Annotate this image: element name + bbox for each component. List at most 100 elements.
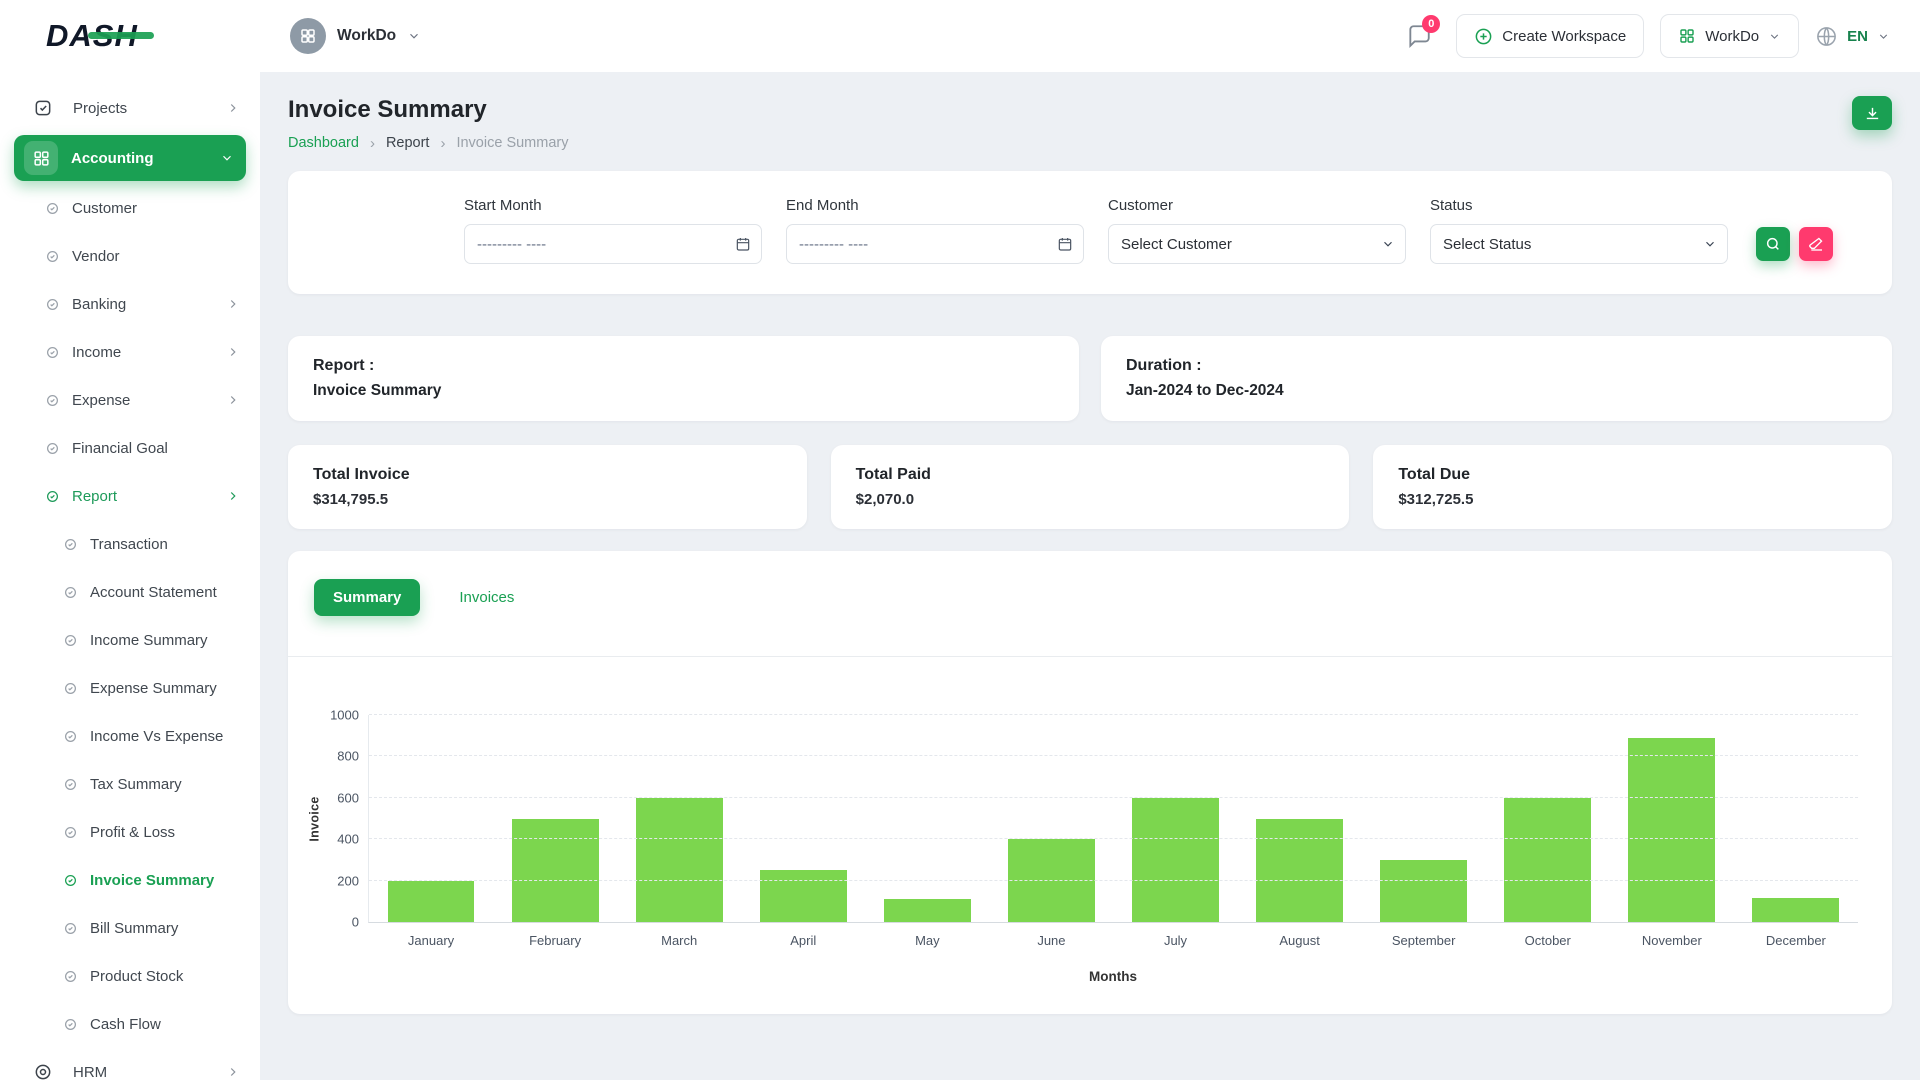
sidebar-item-label: Expense Summary bbox=[90, 680, 217, 697]
top-bar: WorkDo 0 Create Workspace WorkDo bbox=[260, 0, 1920, 72]
breadcrumb: Dashboard › Report › Invoice Summary bbox=[288, 135, 568, 151]
sidebar-item-financial-goal[interactable]: Financial Goal bbox=[0, 424, 260, 472]
customer-select[interactable]: Select Customer bbox=[1108, 224, 1406, 264]
sidebar-item-cash-flow[interactable]: Cash Flow bbox=[0, 1000, 260, 1048]
app-menu-button[interactable]: WorkDo bbox=[1660, 14, 1799, 58]
workspace-name: WorkDo bbox=[337, 27, 396, 45]
sidebar-item-label: Report bbox=[72, 488, 117, 505]
chevron-down-icon bbox=[407, 29, 421, 43]
sidebar-item-account-statement[interactable]: Account Statement bbox=[0, 568, 260, 616]
gridline bbox=[369, 714, 1858, 715]
status-select[interactable]: Select Status bbox=[1430, 224, 1728, 264]
bar-april[interactable] bbox=[760, 870, 847, 922]
sidebar-item-banking[interactable]: Banking bbox=[0, 280, 260, 328]
sidebar-item-label: Accounting bbox=[71, 150, 154, 167]
workspace-picker[interactable]: WorkDo bbox=[290, 18, 421, 54]
sidebar-item-expense-summary[interactable]: Expense Summary bbox=[0, 664, 260, 712]
sidebar-item-expense[interactable]: Expense bbox=[0, 376, 260, 424]
total-invoice-label: Total Invoice bbox=[313, 466, 782, 484]
sidebar-item-projects[interactable]: Projects bbox=[0, 84, 260, 132]
reset-button[interactable] bbox=[1799, 227, 1833, 261]
start-month-input[interactable] bbox=[464, 224, 762, 264]
bar-october[interactable] bbox=[1504, 798, 1591, 922]
tab-summary[interactable]: Summary bbox=[314, 579, 420, 616]
sidebar-item-tax-summary[interactable]: Tax Summary bbox=[0, 760, 260, 808]
x-tick-label: December bbox=[1766, 933, 1826, 948]
total-due-card: Total Due $312,725.5 bbox=[1373, 445, 1892, 529]
sidebar-item-bill-summary[interactable]: Bill Summary bbox=[0, 904, 260, 952]
messages-badge: 0 bbox=[1422, 15, 1440, 33]
search-button[interactable] bbox=[1756, 227, 1790, 261]
sidebar-item-hrm[interactable]: HRM bbox=[0, 1048, 260, 1080]
x-tick-label: November bbox=[1642, 933, 1702, 948]
sidebar-item-profit-loss[interactable]: Profit & Loss bbox=[0, 808, 260, 856]
calendar-icon bbox=[1057, 236, 1073, 252]
sidebar-item-transaction[interactable]: Transaction bbox=[0, 520, 260, 568]
bullet-icon bbox=[64, 538, 77, 551]
bullet-icon bbox=[64, 922, 77, 935]
x-tick-label: October bbox=[1525, 933, 1571, 948]
x-tick-label: January bbox=[408, 933, 454, 948]
end-month-field[interactable] bbox=[799, 236, 1049, 253]
download-icon bbox=[1864, 105, 1881, 122]
total-invoice-value: $314,795.5 bbox=[313, 491, 782, 508]
sidebar-item-accounting[interactable]: Accounting bbox=[14, 135, 246, 181]
bar-january[interactable] bbox=[388, 881, 475, 922]
sidebar-item-income-summary[interactable]: Income Summary bbox=[0, 616, 260, 664]
breadcrumb-separator: › bbox=[370, 136, 375, 151]
duration-info-card: Duration : Jan-2024 to Dec-2024 bbox=[1101, 336, 1892, 421]
sidebar-item-label: Income bbox=[72, 344, 121, 361]
chevron-right-icon bbox=[226, 1065, 240, 1079]
bar-february[interactable] bbox=[512, 819, 599, 923]
bar-july[interactable] bbox=[1132, 798, 1219, 922]
bar-may[interactable] bbox=[884, 899, 971, 922]
sidebar-item-label: Income Summary bbox=[90, 632, 208, 649]
sidebar-item-report[interactable]: Report bbox=[0, 472, 260, 520]
chevron-down-icon bbox=[1877, 30, 1890, 43]
status-label: Status bbox=[1430, 197, 1728, 214]
search-icon bbox=[1765, 236, 1781, 252]
x-tick-label: March bbox=[661, 933, 697, 948]
bar-september[interactable] bbox=[1380, 860, 1467, 922]
bullet-icon bbox=[64, 1018, 77, 1031]
bar-march[interactable] bbox=[636, 798, 723, 922]
total-paid-card: Total Paid $2,070.0 bbox=[831, 445, 1350, 529]
bar-november[interactable] bbox=[1628, 738, 1715, 922]
bar-december[interactable] bbox=[1752, 898, 1839, 922]
sidebar-item-vendor[interactable]: Vendor bbox=[0, 232, 260, 280]
bar-group-february: February bbox=[493, 715, 617, 922]
report-value: Invoice Summary bbox=[313, 382, 1054, 400]
total-invoice-card: Total Invoice $314,795.5 bbox=[288, 445, 807, 529]
breadcrumb-separator: › bbox=[440, 136, 445, 151]
chevron-right-icon bbox=[226, 101, 240, 115]
gridline bbox=[369, 880, 1858, 881]
breadcrumb-report[interactable]: Report bbox=[386, 135, 430, 151]
sidebar-item-income-vs-expense[interactable]: Income Vs Expense bbox=[0, 712, 260, 760]
bar-group-november: November bbox=[1610, 715, 1734, 922]
tab-invoices[interactable]: Invoices bbox=[440, 579, 533, 616]
chevron-down-icon bbox=[1703, 237, 1717, 251]
start-month-field[interactable] bbox=[477, 236, 727, 253]
sidebar-item-product-stock[interactable]: Product Stock bbox=[0, 952, 260, 1000]
y-tick-label: 1000 bbox=[330, 708, 359, 723]
sidebar-item-label: Expense bbox=[72, 392, 130, 409]
y-tick-label: 400 bbox=[337, 832, 359, 847]
sidebar-item-invoice-summary[interactable]: Invoice Summary bbox=[0, 856, 260, 904]
app-logo[interactable]: DASH bbox=[0, 0, 260, 72]
breadcrumb-dashboard[interactable]: Dashboard bbox=[288, 135, 359, 151]
chevron-down-icon bbox=[220, 151, 234, 165]
bullet-icon bbox=[64, 778, 77, 791]
end-month-input[interactable] bbox=[786, 224, 1084, 264]
messages-button[interactable]: 0 bbox=[1398, 15, 1440, 57]
calendar-icon bbox=[735, 236, 751, 252]
bar-august[interactable] bbox=[1256, 819, 1343, 923]
bar-chart: Invoice JanuaryFebruaryMarchAprilMayJune… bbox=[288, 657, 1892, 984]
gridline bbox=[369, 838, 1858, 839]
sidebar-item-customer[interactable]: Customer bbox=[0, 184, 260, 232]
download-button[interactable] bbox=[1852, 96, 1892, 130]
gridline bbox=[369, 797, 1858, 798]
bar-group-october: October bbox=[1486, 715, 1610, 922]
language-selector[interactable]: EN bbox=[1815, 25, 1890, 48]
create-workspace-button[interactable]: Create Workspace bbox=[1456, 14, 1644, 58]
sidebar-item-income[interactable]: Income bbox=[0, 328, 260, 376]
